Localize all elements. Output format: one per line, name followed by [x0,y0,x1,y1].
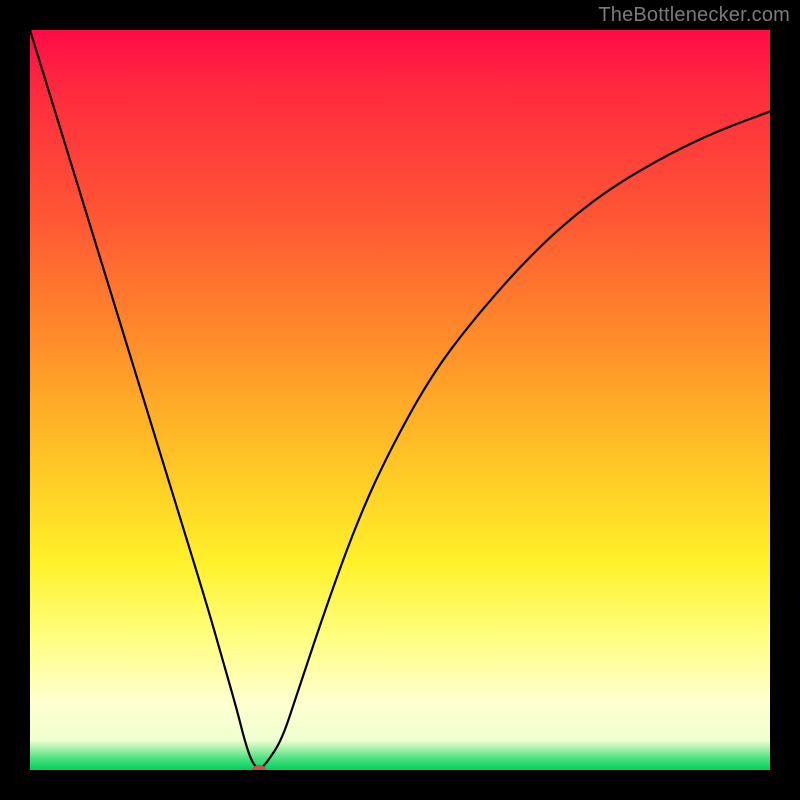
bottleneck-curve [30,30,770,770]
watermark-text: TheBottlenecker.com [598,4,790,27]
curve-path [30,30,770,768]
plot-area [30,30,770,770]
minimum-marker [252,765,266,770]
chart-frame: TheBottlenecker.com [0,0,800,800]
